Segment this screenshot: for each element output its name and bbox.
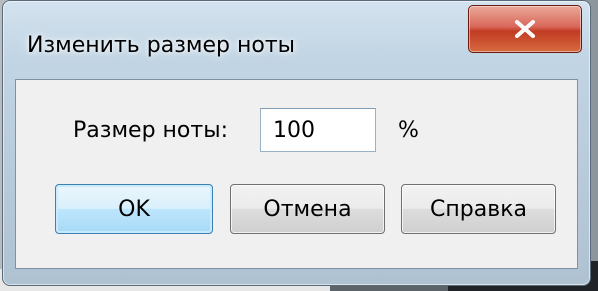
cancel-button[interactable]: Отмена: [230, 184, 385, 234]
note-size-label: Размер ноты:: [73, 118, 228, 143]
close-icon: [515, 20, 535, 38]
dialog-title: Изменить размер ноты: [27, 33, 296, 58]
note-size-input[interactable]: [260, 108, 376, 152]
help-button[interactable]: Справка: [401, 184, 556, 234]
resize-note-dialog: Изменить размер ноты Размер ноты: % OK О…: [2, 0, 591, 286]
dialog-client-area: Размер ноты: % OK Отмена Справка: [15, 79, 578, 269]
title-bar[interactable]: Изменить размер ноты: [3, 1, 590, 75]
percent-unit-label: %: [398, 118, 419, 143]
close-button[interactable]: [468, 5, 582, 53]
ok-button[interactable]: OK: [55, 184, 213, 234]
